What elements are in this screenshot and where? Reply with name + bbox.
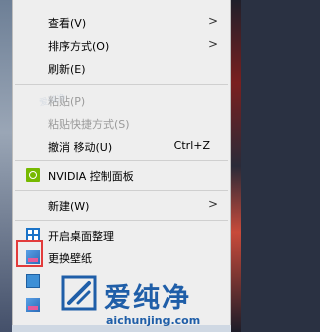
menu-separator [15,220,228,221]
annotation-highlight-box [16,240,43,267]
menu-item-shortcut: Ctrl+Z [173,139,210,152]
watermark-brand: 爱纯净 [104,283,191,314]
menu-item-label: 查看(V) [48,17,87,30]
menu-separator [15,84,228,85]
menu-item-personalize[interactable] [13,294,53,316]
menu-item-undo-move[interactable]: 撤消 移动(U) Ctrl+Z [13,135,230,157]
watermark-url: aichunjing.com [106,314,201,327]
menu-item-sort-by[interactable]: 排序方式(O) > [13,34,230,56]
desktop-background-left [0,0,12,332]
menu-item-refresh[interactable]: 刷新(E) [13,57,230,79]
menu-item-view[interactable]: 查看(V) > [13,11,230,33]
menu-item-label: NVIDIA 控制面板 [48,170,134,183]
menu-item-display-settings[interactable] [13,270,53,292]
chevron-right-icon: > [207,14,218,28]
menu-item-nvidia-control-panel[interactable]: NVIDIA 控制面板 [13,164,230,186]
display-icon [26,274,40,288]
menu-item-desktop-organize[interactable]: 开启桌面整理 [13,224,230,246]
menu-item-label: 开启桌面整理 [48,230,114,243]
chevron-right-icon: > [207,197,218,211]
menu-item-paste-shortcut[interactable]: 粘贴快捷方式(S) [13,112,230,134]
site-watermark: 爱纯净 aichunjing.com [60,270,240,332]
menu-item-label: 更换壁纸 [48,252,92,265]
menu-item-label: 新建(W) [48,200,90,213]
personalize-icon [26,298,40,312]
chevron-right-icon: > [207,37,218,51]
menu-separator [15,190,228,191]
menu-item-change-wallpaper[interactable]: 更换壁纸 [13,246,230,268]
menu-item-label: 撤消 移动(U) [48,141,113,154]
menu-item-label: 粘贴快捷方式(S) [48,118,130,131]
watermark-logo-icon [61,275,97,311]
nvidia-icon [26,168,40,182]
menu-separator [15,160,228,161]
menu-item-label: 排序方式(O) [48,40,110,53]
menu-item-label: 刷新(E) [48,63,86,76]
menu-item-new[interactable]: 新建(W) > [13,194,230,216]
